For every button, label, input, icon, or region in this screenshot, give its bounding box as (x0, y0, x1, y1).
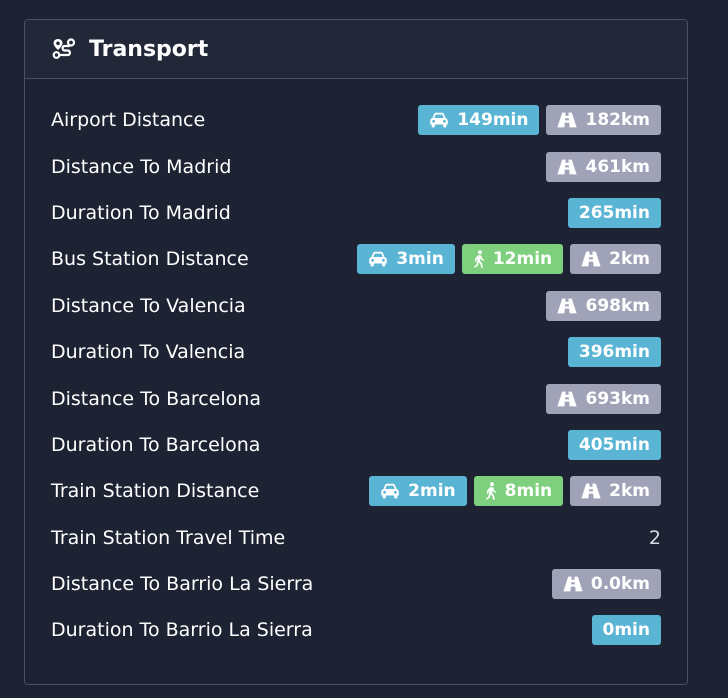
car-duration-badge: 149min (418, 105, 540, 136)
transport-rows: Airport Distance 149min 182km Distance To M… (51, 97, 661, 654)
badge-value: 2km (609, 249, 650, 270)
row-label: Duration To Valencia (51, 341, 246, 364)
row-label: Duration To Barrio La Sierra (51, 619, 313, 642)
row-values: 693km (546, 383, 661, 414)
transport-row: Distance To Madrid 461km (51, 143, 661, 189)
badge-value: 182km (585, 110, 650, 131)
road-distance-badge: 2km (570, 244, 661, 275)
car-icon (368, 251, 396, 267)
badge-value: 3min (396, 249, 444, 270)
road-icon (557, 298, 585, 314)
row-label: Airport Distance (51, 109, 206, 132)
car-icon (380, 483, 408, 499)
badge-value: 149min (457, 110, 529, 131)
plain-value: 2 (648, 526, 661, 549)
road-distance-badge: 698km (546, 290, 661, 321)
road-distance-badge: 461km (546, 151, 661, 182)
car-duration-badge: 2min (369, 476, 467, 507)
badge-value: 12min (492, 249, 553, 270)
car-icon (429, 112, 457, 128)
transport-row: Train Station Travel Time 2 (51, 515, 661, 561)
row-values: 396min (567, 337, 661, 368)
road-icon (557, 159, 585, 175)
badge-value: 8min (504, 481, 553, 502)
badge-value: 2km (609, 481, 650, 502)
duration-badge: 396min (567, 337, 661, 368)
badge-value: 461km (585, 156, 650, 177)
row-values: 0min (591, 615, 661, 646)
transport-row: Distance To Barcelona 693km (51, 375, 661, 421)
road-icon (563, 576, 591, 592)
transport-row: Train Station Distance 2min 8min 2km (51, 468, 661, 514)
route-icon (51, 36, 77, 62)
row-values: 3min 12min 2km (357, 244, 661, 275)
row-values: 0.0km (551, 569, 661, 600)
duration-badge: 405min (567, 429, 661, 460)
transport-row: Duration To Barcelona 405min (51, 422, 661, 468)
walking-person-icon (473, 250, 493, 269)
road-distance-badge: 693km (546, 383, 661, 414)
badge-value: 0.0km (590, 574, 650, 595)
badge-value: 0min (602, 620, 650, 641)
row-values: 461km (546, 151, 661, 182)
row-label: Distance To Valencia (51, 294, 246, 317)
transport-card: Transport Airport Distance 149min 182km Dis… (24, 19, 688, 685)
card-header: Transport (25, 20, 687, 79)
walk-duration-badge: 8min (473, 476, 564, 507)
row-label: Train Station Distance (51, 480, 260, 503)
badge-value: 396min (578, 342, 650, 363)
row-values: 2min 8min 2km (369, 476, 661, 507)
transport-row: Duration To Barrio La Sierra 0min (51, 607, 661, 653)
row-values: 2 (649, 527, 661, 549)
road-icon (557, 112, 585, 128)
row-label: Bus Station Distance (51, 248, 249, 271)
row-label: Duration To Barcelona (51, 433, 261, 456)
road-icon (581, 251, 609, 267)
walking-person-icon (485, 482, 505, 501)
duration-badge: 0min (591, 615, 661, 646)
transport-row: Distance To Barrio La Sierra 0.0km (51, 561, 661, 607)
duration-badge: 265min (567, 197, 661, 228)
badge-value: 693km (585, 388, 650, 409)
walk-duration-badge: 12min (461, 244, 564, 275)
row-label: Distance To Madrid (51, 155, 232, 178)
row-label: Distance To Barrio La Sierra (51, 573, 314, 596)
row-label: Distance To Barcelona (51, 387, 261, 410)
row-values: 405min (567, 429, 661, 460)
card-title: Transport (89, 36, 209, 62)
road-icon (557, 391, 585, 407)
badge-value: 698km (585, 295, 650, 316)
row-label: Duration To Madrid (51, 201, 231, 224)
road-distance-badge: 0.0km (551, 569, 661, 600)
row-label: Train Station Travel Time (51, 526, 286, 549)
transport-row: Duration To Madrid 265min (51, 190, 661, 236)
badge-value: 2min (408, 481, 456, 502)
road-icon (581, 483, 609, 499)
transport-row: Distance To Valencia 698km (51, 283, 661, 329)
transport-row: Duration To Valencia 396min (51, 329, 661, 375)
badge-value: 405min (578, 434, 650, 455)
transport-row: Airport Distance 149min 182km (51, 97, 661, 143)
badge-value: 265min (578, 202, 650, 223)
transport-row: Bus Station Distance 3min 12min 2km (51, 236, 661, 282)
car-duration-badge: 3min (357, 244, 455, 275)
row-values: 698km (546, 290, 661, 321)
row-values: 265min (567, 197, 661, 228)
road-distance-badge: 182km (546, 105, 661, 136)
road-distance-badge: 2km (570, 476, 661, 507)
row-values: 149min 182km (418, 105, 661, 136)
